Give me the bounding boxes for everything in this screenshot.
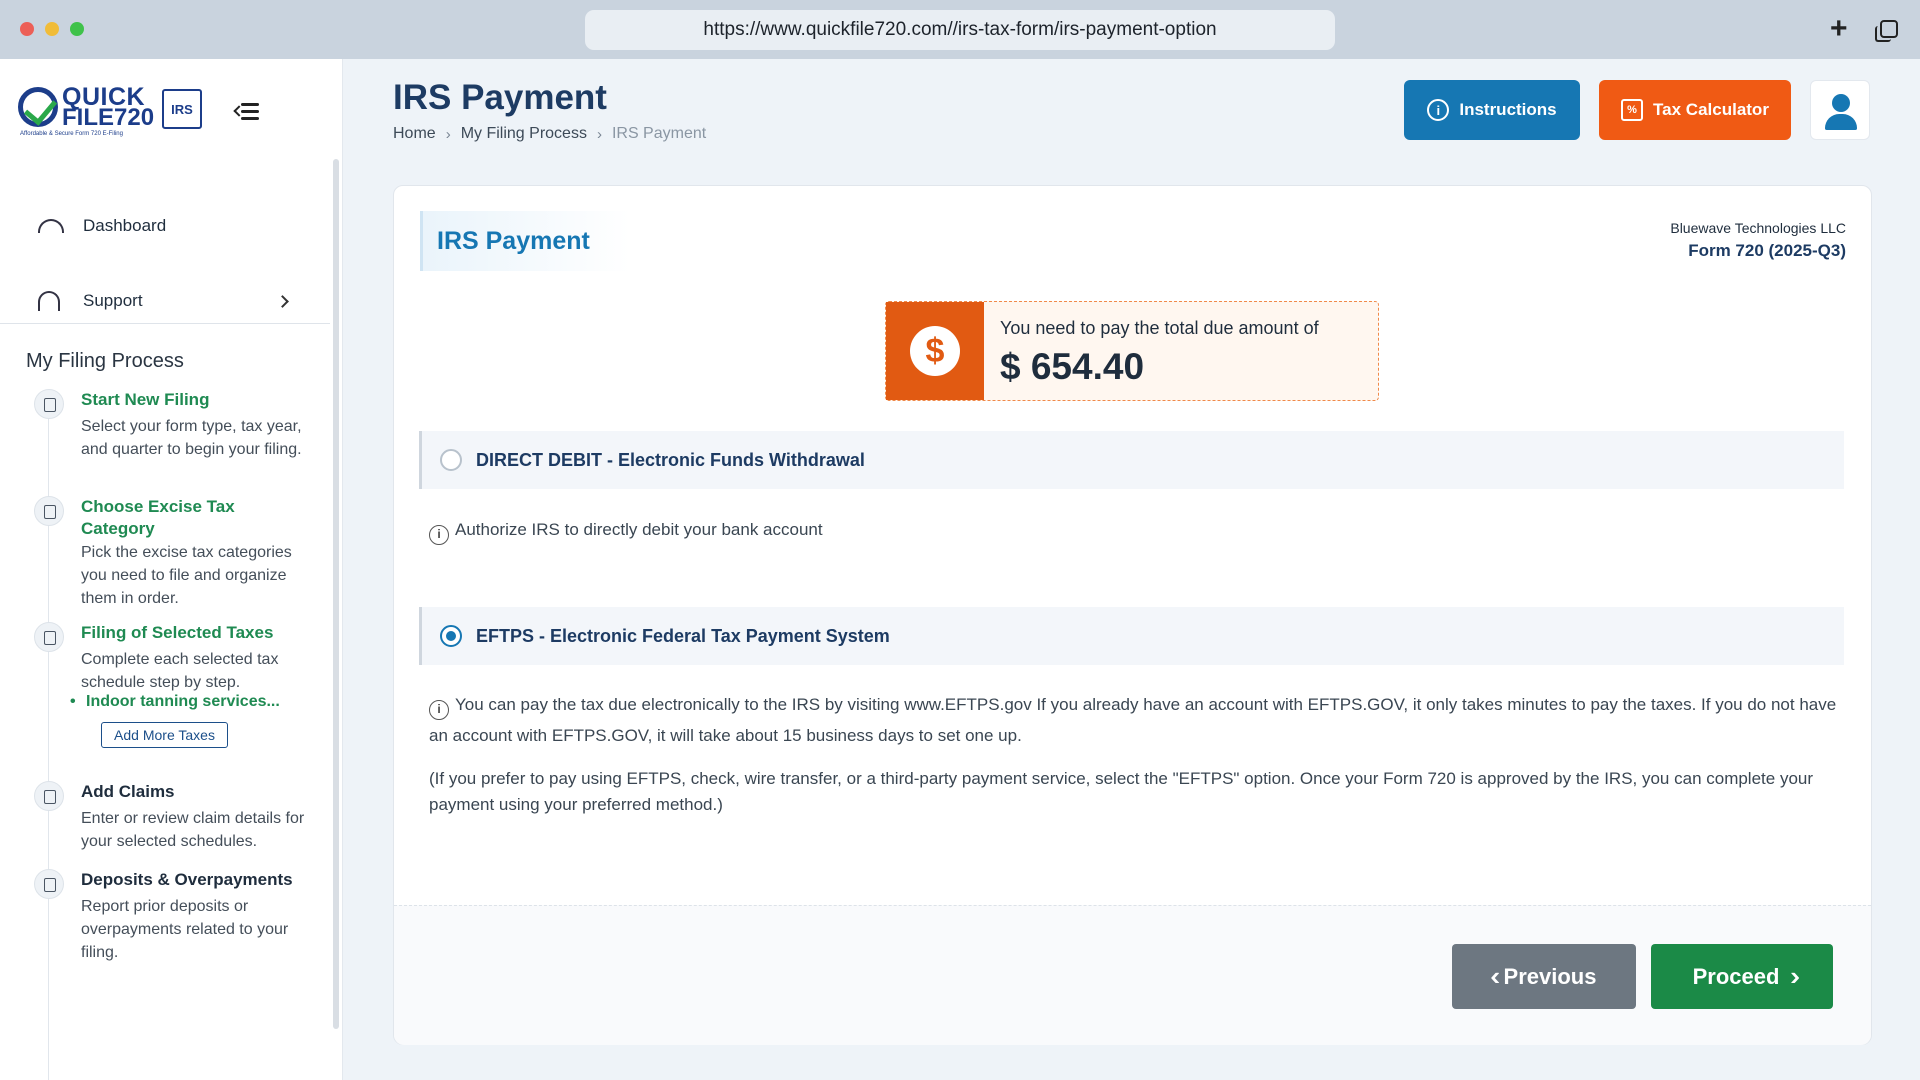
logo-text-file720: FILE720	[62, 104, 155, 131]
user-profile-button[interactable]	[1810, 80, 1870, 140]
amount-due-value: $ 654.40	[1000, 346, 1145, 387]
sidebar-item-label: Dashboard	[83, 216, 167, 235]
instructions-label: Instructions	[1459, 100, 1557, 119]
step-description: Complete each selected tax schedule step…	[81, 651, 279, 691]
sidebar-item-dashboard[interactable]: Dashboard	[0, 196, 330, 256]
new-tab-icon[interactable]: +	[1830, 14, 1848, 44]
address-bar[interactable]: https://www.quickfile720.com//irs-tax-fo…	[585, 10, 1335, 50]
eftps-info-text: You can pay the tax due electronically t…	[429, 695, 1837, 745]
proceed-label: Proceed	[1692, 963, 1780, 989]
check-logo-icon	[18, 87, 58, 127]
proceed-button[interactable]: Proceed ››	[1651, 944, 1833, 1009]
step-title: Filing of Selected Taxes	[81, 623, 274, 642]
eftps-label: EFTPS - Electronic Federal Tax Payment S…	[476, 625, 890, 646]
close-window-button[interactable]	[20, 22, 34, 36]
card-footer: ‹‹ Previous Proceed ››	[394, 905, 1871, 1045]
payment-card: IRS Payment Bluewave Technologies LLC Fo…	[393, 185, 1872, 1045]
step-title: Add Claims	[81, 782, 175, 801]
direct-debit-radio[interactable]	[440, 449, 462, 471]
eftps-note: (If you prefer to pay using EFTPS, check…	[429, 769, 1814, 814]
eftps-info: i You can pay the tax due electronically …	[429, 689, 1849, 751]
dollar-icon: $	[886, 302, 984, 400]
chevron-right-icon: ›	[445, 125, 451, 143]
previous-button[interactable]: ‹‹ Previous	[1452, 944, 1636, 1009]
step-title: Deposits & Overpayments	[81, 870, 293, 889]
step-title: Choose Excise Tax Category	[81, 497, 235, 538]
logo-tagline: Affordable & Secure Form 720 E-Filing	[20, 131, 123, 137]
breadcrumb-filing-process[interactable]: My Filing Process	[461, 125, 587, 143]
chevron-right-icon	[276, 294, 289, 308]
irs-provider-badge: IRS	[162, 89, 202, 129]
minimize-window-button[interactable]	[45, 22, 59, 36]
instructions-button[interactable]: i Instructions	[1404, 80, 1580, 140]
company-name: Bluewave Technologies LLC	[1670, 220, 1846, 236]
breadcrumb-current: IRS Payment	[611, 125, 707, 142]
sidebar-item-support[interactable]: Support	[0, 271, 330, 331]
direct-debit-info: i Authorize IRS to directly debit your ba…	[429, 514, 1849, 545]
amount-due-text: You need to pay the total due amount of	[1000, 318, 1319, 338]
browser-toolbar: https://www.quickfile720.com//irs-tax-fo…	[0, 0, 1920, 59]
option-direct-debit[interactable]: DIRECT DEBIT - Electronic Funds Withdraw…	[419, 431, 1844, 489]
cash-icon	[34, 869, 64, 899]
tax-calculator-button[interactable]: % Tax Calculator	[1599, 80, 1791, 140]
breadcrumb-home[interactable]: Home	[393, 125, 436, 143]
form-period: Form 720 (2025-Q3)	[1688, 241, 1846, 260]
tax-calculator-label: Tax Calculator	[1653, 100, 1769, 119]
info-icon: i	[429, 700, 449, 720]
step-description: Pick the excise tax categories you need …	[81, 544, 292, 607]
tabs-overview-icon[interactable]	[1875, 20, 1898, 42]
step-description: Enter or review claim details for your s…	[81, 810, 305, 850]
option-eftps[interactable]: EFTPS - Electronic Federal Tax Payment S…	[419, 607, 1844, 665]
step-title: Start New Filing	[81, 390, 210, 409]
sidebar: QUICK FILE720 Affordable & Secure Form 7…	[0, 59, 343, 1080]
calculator-icon: %	[1621, 99, 1644, 121]
step-description: Select your form type, tax year, and qua…	[81, 418, 302, 458]
page-title: IRS Payment	[393, 78, 607, 117]
add-more-taxes-button[interactable]: Add More Taxes	[101, 722, 228, 748]
amount-due-box: $ You need to pay the total due amount o…	[885, 301, 1379, 401]
sub-item-indoor-tanning[interactable]: Indoor tanning services...	[70, 693, 280, 711]
sidebar-scrollbar[interactable]	[333, 159, 339, 1029]
list-icon	[34, 622, 64, 652]
info-icon: i	[1427, 99, 1450, 121]
eftps-radio[interactable]	[440, 625, 462, 647]
chevron-right-icon: ›	[596, 125, 602, 143]
step-description: Report prior deposits or overpayments re…	[81, 898, 289, 961]
card-title: IRS Payment	[420, 211, 630, 271]
maximize-window-button[interactable]	[70, 22, 84, 36]
claim-icon	[34, 781, 64, 811]
breadcrumb: Home › My Filing Process › IRS Payment	[393, 125, 706, 143]
previous-label: Previous	[1503, 963, 1597, 989]
filing-process-heading: My Filing Process	[26, 350, 184, 372]
direct-debit-info-text: Authorize IRS to directly debit your ban…	[455, 520, 823, 539]
dashboard-icon	[38, 219, 64, 233]
info-icon: i	[429, 525, 449, 545]
headset-icon	[38, 291, 60, 311]
layers-icon	[34, 496, 64, 526]
document-icon	[34, 389, 64, 419]
sidebar-divider	[0, 323, 330, 324]
collapse-sidebar-icon[interactable]	[235, 101, 259, 123]
user-icon-body	[1825, 114, 1857, 130]
sidebar-item-label: Support	[83, 291, 143, 310]
direct-debit-label: DIRECT DEBIT - Electronic Funds Withdraw…	[476, 449, 865, 470]
user-icon	[1832, 94, 1850, 112]
